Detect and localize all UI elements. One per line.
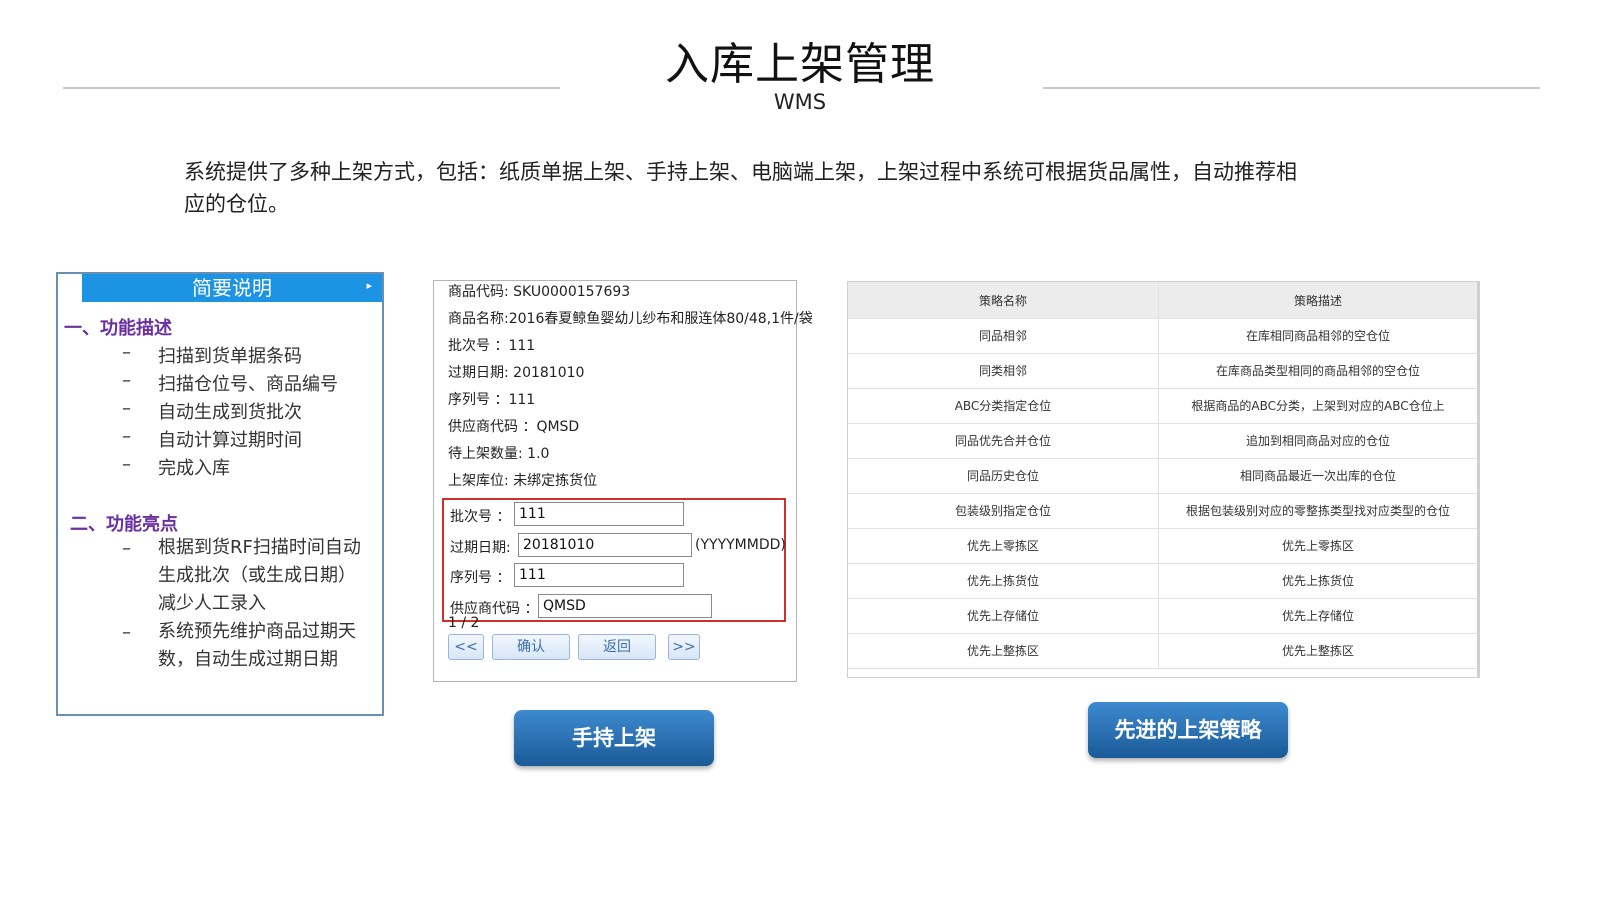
strategy-table: 策略名称 策略描述 同品相邻 在库相同商品相邻的空仓位 同类相邻 在库商品类型相… — [847, 281, 1480, 678]
section-title-highlights: 二、功能亮点 — [70, 514, 178, 535]
table-row[interactable]: ABC分类指定仓位 根据商品的ABC分类，上架到对应的ABC仓位上 — [848, 388, 1477, 424]
table-row[interactable]: 同类相邻 在库商品类型相同的商品相邻的空仓位 — [848, 353, 1477, 389]
summary-header-corner — [58, 274, 83, 302]
intro-text: 系统提供了多种上架方式，包括：纸质单据上架、手持上架、电脑端上架，上架过程中系统… — [184, 156, 1384, 220]
info-sku: 商品代码: SKU0000157693 — [448, 284, 631, 300]
bullet-dash: – — [122, 398, 131, 419]
table-row[interactable]: 优先上存储位 优先上存储位 — [848, 598, 1477, 634]
page-subtitle: WMS — [773, 90, 827, 114]
info-expiry: 过期日期: 20181010 — [448, 365, 585, 381]
summary-panel: 简要说明 ▸ 一、功能描述 – 扫描到货单据条码 – 扫描仓位号、商品编号 – … — [56, 272, 384, 716]
table-row[interactable]: 优先上整拣区 优先上整拣区 — [848, 633, 1477, 669]
section-title-description: 一、功能描述 — [64, 318, 172, 339]
info-serial: 序列号 ：111 — [448, 392, 536, 408]
batch-input[interactable]: 111 — [514, 502, 684, 526]
page-title: 入库上架管理 — [665, 39, 935, 90]
expiry-label: 过期日期: — [450, 540, 511, 556]
summary-title: 简要说明 — [192, 276, 272, 300]
supplier-input[interactable]: QMSD — [538, 594, 712, 618]
table-row[interactable]: 包装级别指定仓位 根据包装级别对应的零整拣类型找对应类型的仓位 — [848, 493, 1477, 529]
serial-label: 序列号 ： — [450, 570, 511, 586]
expiry-format-hint: (YYYYMMDD) — [695, 537, 786, 553]
bullet-dash: – — [122, 370, 131, 391]
back-button[interactable]: 返回 — [578, 634, 656, 660]
page-indicator: 1 / 2 — [448, 615, 480, 631]
bullet-dash: – — [122, 342, 131, 363]
info-location: 上架库位: 未绑定拣货位 — [448, 473, 598, 489]
info-pending-qty: 待上架数量: 1.0 — [448, 446, 550, 462]
next-page-button[interactable]: >> — [668, 634, 700, 660]
bullet-dash: – — [122, 454, 131, 475]
list-item: 根据到货RF扫描时间自动 生成批次（或生成日期） 减少人工录入 — [158, 537, 361, 614]
handheld-form: 商品代码: SKU0000157693 商品名称:2016春夏鲸鱼婴幼儿纱布和服… — [433, 280, 813, 682]
info-product-name: 商品名称:2016春夏鲸鱼婴幼儿纱布和服连体80/48,1件/袋 — [448, 311, 813, 327]
intro-line-1: 系统提供了多种上架方式，包括：纸质单据上架、手持上架、电脑端上架，上架过程中系统… — [184, 160, 1297, 184]
handheld-putaway-button[interactable]: 手持上架 — [514, 710, 714, 766]
table-row[interactable]: 同品优先合并仓位 追加到相同商品对应的仓位 — [848, 423, 1477, 459]
advanced-strategy-button[interactable]: 先进的上架策略 — [1088, 702, 1288, 758]
bullet-dash: – — [122, 426, 131, 447]
column-header-name: 策略名称 — [848, 282, 1159, 318]
table-row[interactable]: 优先上拣货位 优先上拣货位 — [848, 563, 1477, 599]
confirm-button[interactable]: 确认 — [492, 634, 570, 660]
intro-line-2: 应的仓位。 — [184, 192, 289, 216]
expiry-input[interactable]: 20181010 — [518, 533, 692, 557]
prev-page-button[interactable]: << — [448, 634, 484, 660]
collapse-arrow-icon[interactable]: ▸ — [366, 279, 372, 292]
info-batch: 批次号 ：111 — [448, 338, 536, 354]
table-row[interactable]: 优先上零拣区 优先上零拣区 — [848, 528, 1477, 564]
serial-input[interactable]: 111 — [514, 563, 684, 587]
table-row[interactable]: 同品历史仓位 相同商品最近一次出库的仓位 — [848, 458, 1477, 494]
info-supplier: 供应商代码 ：QMSD — [448, 419, 580, 435]
table-row[interactable]: 同品相邻 在库相同商品相邻的空仓位 — [848, 318, 1477, 354]
batch-label: 批次号 ： — [450, 509, 511, 525]
list-item: 系统预先维护商品过期天 数，自动生成过期日期 — [158, 621, 356, 670]
table-header-row: 策略名称 策略描述 — [848, 282, 1477, 319]
column-header-description: 策略描述 — [1293, 293, 1342, 308]
highlight-box: 批次号 ： 111 过期日期: 20181010 (YYYYMMDD) 序列号 … — [442, 498, 786, 622]
